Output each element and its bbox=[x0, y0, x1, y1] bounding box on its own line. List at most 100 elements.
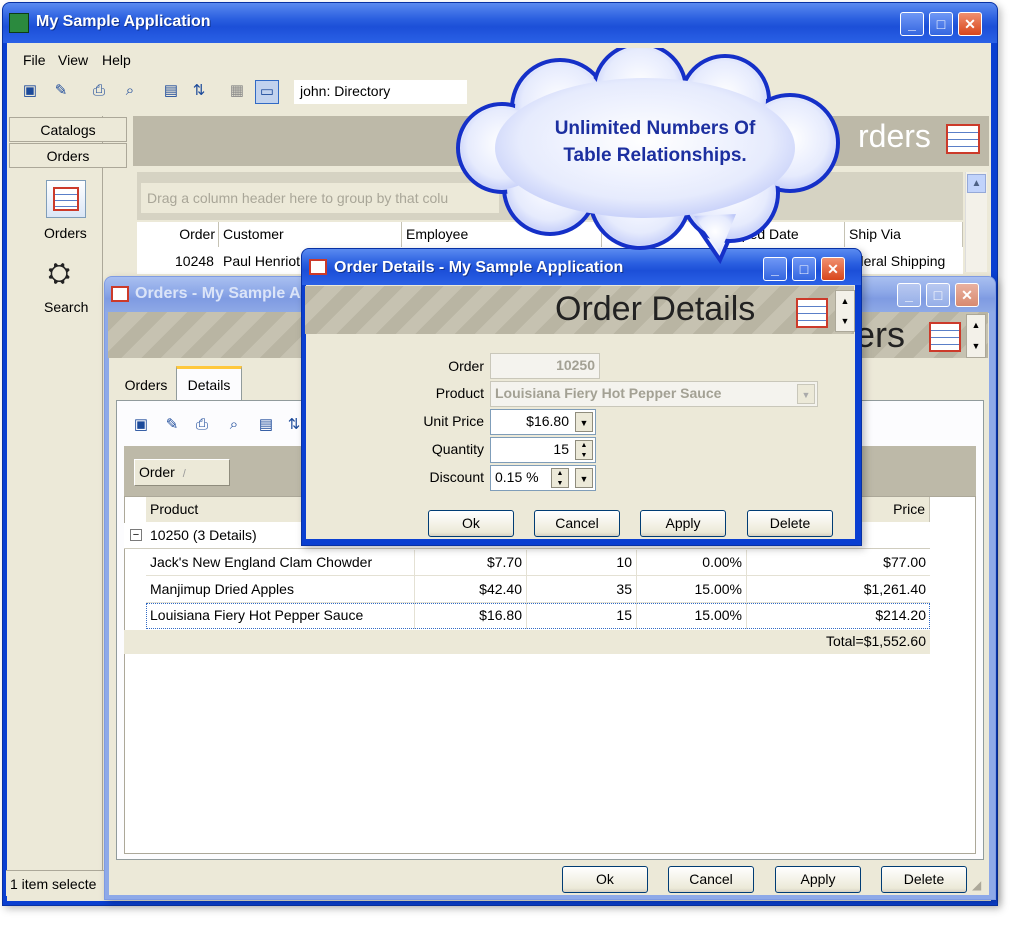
product-label: Product bbox=[435, 385, 484, 401]
scroll-up-icon[interactable]: ▲ bbox=[967, 174, 986, 193]
unit-price-value: $16.80 bbox=[526, 413, 569, 429]
group-hint: Drag a column header here to group by th… bbox=[147, 190, 449, 206]
orders-new-icon[interactable]: ▣ bbox=[130, 414, 152, 436]
tab-details[interactable]: Details bbox=[176, 366, 242, 400]
quantity-stepper[interactable]: 15 ▲ ▼ bbox=[490, 437, 596, 463]
orders-minimize-icon[interactable]: _ bbox=[897, 283, 921, 307]
col-customer[interactable]: Customer bbox=[219, 222, 402, 247]
orders-header-icon bbox=[946, 124, 980, 154]
table-icon[interactable]: ▤ bbox=[160, 80, 182, 102]
unit-price-label: Unit Price bbox=[423, 413, 484, 429]
menu-view[interactable]: View bbox=[58, 52, 88, 68]
main-titlebar[interactable]: My Sample Application _ □ ✕ bbox=[3, 3, 997, 43]
cell-unit-price: $42.40 bbox=[479, 581, 522, 597]
orders-nav-icon[interactable] bbox=[46, 180, 86, 218]
product-field[interactable]: Louisiana Fiery Hot Pepper Sauce ▼ bbox=[490, 381, 818, 407]
group-chip-label: Order bbox=[139, 464, 175, 480]
details-delete-button[interactable]: Delete bbox=[747, 510, 833, 537]
discount-dropdown-icon[interactable]: ▼ bbox=[575, 468, 593, 488]
new-icon[interactable]: ▣ bbox=[19, 80, 41, 102]
orders-nav-label: Orders bbox=[44, 225, 87, 241]
collapse-icon[interactable]: − bbox=[130, 529, 142, 541]
close-icon[interactable]: ✕ bbox=[958, 12, 982, 36]
table-row[interactable]: Manjimup Dried Apples $42.40 35 15.00% $… bbox=[146, 577, 930, 603]
search-nav-label: Search bbox=[44, 299, 89, 315]
orders-header-table-icon bbox=[929, 322, 961, 352]
order-field-value: 10250 bbox=[556, 357, 595, 373]
app-icon bbox=[9, 13, 29, 33]
product-field-value: Louisiana Fiery Hot Pepper Sauce bbox=[495, 385, 722, 401]
orders-preview-icon[interactable]: ⌕ bbox=[223, 414, 245, 436]
orders-edit-icon[interactable]: ✎ bbox=[161, 414, 183, 436]
cell-discount: 15.00% bbox=[694, 581, 742, 597]
orders-table-icon-btn[interactable]: ▤ bbox=[255, 414, 277, 436]
discount-stepper[interactable]: 0.15 % ▲ ▼ ▼ bbox=[490, 465, 596, 491]
preview-icon[interactable]: ⌕ bbox=[119, 80, 141, 102]
grid-icon[interactable]: ▦ bbox=[226, 80, 248, 102]
table-row[interactable]: Jack's New England Clam Chowder $7.70 10… bbox=[146, 550, 930, 576]
column-divider bbox=[414, 550, 415, 629]
menu-help[interactable]: Help bbox=[102, 52, 131, 68]
sort-asc-icon: / bbox=[182, 468, 186, 480]
orders-delete-button[interactable]: Delete bbox=[881, 866, 967, 893]
unit-price-field[interactable]: $16.80 ▼ bbox=[490, 409, 596, 435]
menu-file[interactable]: File bbox=[23, 52, 46, 68]
main-title: My Sample Application bbox=[36, 13, 211, 30]
unit-price-dropdown-icon[interactable]: ▼ bbox=[575, 412, 593, 432]
quantity-spin-icon[interactable]: ▲ ▼ bbox=[575, 440, 593, 460]
tab-orders[interactable]: Orders bbox=[116, 370, 176, 400]
row-order: 10248 bbox=[175, 253, 214, 269]
minimize-icon[interactable]: _ bbox=[900, 12, 924, 36]
orders-table-icon bbox=[53, 187, 79, 211]
orders-apply-button[interactable]: Apply bbox=[775, 866, 861, 893]
details-cancel-button[interactable]: Cancel bbox=[534, 510, 620, 537]
orders-header-title: ers bbox=[855, 314, 906, 355]
card-icon[interactable]: ▭ bbox=[255, 80, 279, 104]
cell-discount: 15.00% bbox=[694, 607, 742, 623]
total-row: Total=$1,552.60 bbox=[124, 630, 930, 654]
callout-line2: Table Relationships. bbox=[563, 145, 747, 166]
row-customer: Paul Henriot bbox=[223, 253, 301, 269]
resize-grip-icon[interactable]: ◢ bbox=[972, 878, 981, 892]
print-icon[interactable]: ⎙ bbox=[88, 80, 110, 102]
details-spin-icon[interactable]: ▲ ▼ bbox=[835, 290, 855, 332]
nav-orders[interactable]: Orders bbox=[9, 143, 127, 168]
orders-maximize-icon[interactable]: □ bbox=[926, 283, 950, 307]
nav-catalogs[interactable]: Catalogs bbox=[9, 117, 127, 142]
order-label: Order bbox=[448, 358, 484, 374]
cell-product: Louisiana Fiery Hot Pepper Sauce bbox=[150, 607, 364, 623]
cell-unit-price: $16.80 bbox=[479, 607, 522, 623]
cell-discount: 0.00% bbox=[702, 554, 742, 570]
main-scrollbar[interactable]: ▲ bbox=[965, 172, 987, 272]
callout-line1: Unlimited Numbers Of bbox=[554, 118, 756, 139]
directory-combo-value: john: Directory bbox=[300, 83, 391, 99]
total-value: Total=$1,552.60 bbox=[825, 633, 926, 649]
quantity-value: 15 bbox=[553, 441, 569, 457]
orders-window-icon bbox=[111, 286, 129, 302]
orders-print-icon[interactable]: ⎙ bbox=[191, 414, 213, 436]
sort-icon[interactable]: ⇅ bbox=[188, 80, 210, 102]
cell-product: Jack's New England Clam Chowder bbox=[150, 554, 373, 570]
binoculars-icon[interactable]: ⛭ bbox=[48, 258, 70, 288]
nav-catalogs-label: Catalogs bbox=[40, 122, 96, 138]
status-text: 1 item selecte bbox=[10, 876, 97, 892]
col-order[interactable]: Order bbox=[137, 222, 219, 247]
details-apply-button[interactable]: Apply bbox=[640, 510, 726, 537]
product-dropdown-icon[interactable]: ▼ bbox=[797, 384, 815, 404]
orders-close-icon[interactable]: ✕ bbox=[955, 283, 979, 307]
discount-spin-icon[interactable]: ▲ ▼ bbox=[551, 468, 569, 488]
cell-price: $1,261.40 bbox=[863, 581, 926, 597]
details-ok-button[interactable]: Ok bbox=[428, 510, 514, 537]
cell-unit-price: $7.70 bbox=[486, 554, 522, 570]
orders-spin-icon[interactable]: ▲ ▼ bbox=[966, 314, 986, 358]
maximize-icon[interactable]: □ bbox=[929, 12, 953, 36]
orders-ok-button[interactable]: Ok bbox=[562, 866, 648, 893]
details-header-title: Order Details bbox=[555, 290, 756, 328]
discount-value: 0.15 % bbox=[495, 469, 539, 485]
orders-cancel-button[interactable]: Cancel bbox=[668, 866, 754, 893]
table-row-selected[interactable]: Louisiana Fiery Hot Pepper Sauce $16.80 … bbox=[146, 603, 930, 629]
cell-price: $77.00 bbox=[883, 554, 926, 570]
edit-icon[interactable]: ✎ bbox=[50, 80, 72, 102]
order-field[interactable]: 10250 bbox=[490, 353, 600, 379]
group-chip-order[interactable]: Order / bbox=[134, 459, 230, 486]
